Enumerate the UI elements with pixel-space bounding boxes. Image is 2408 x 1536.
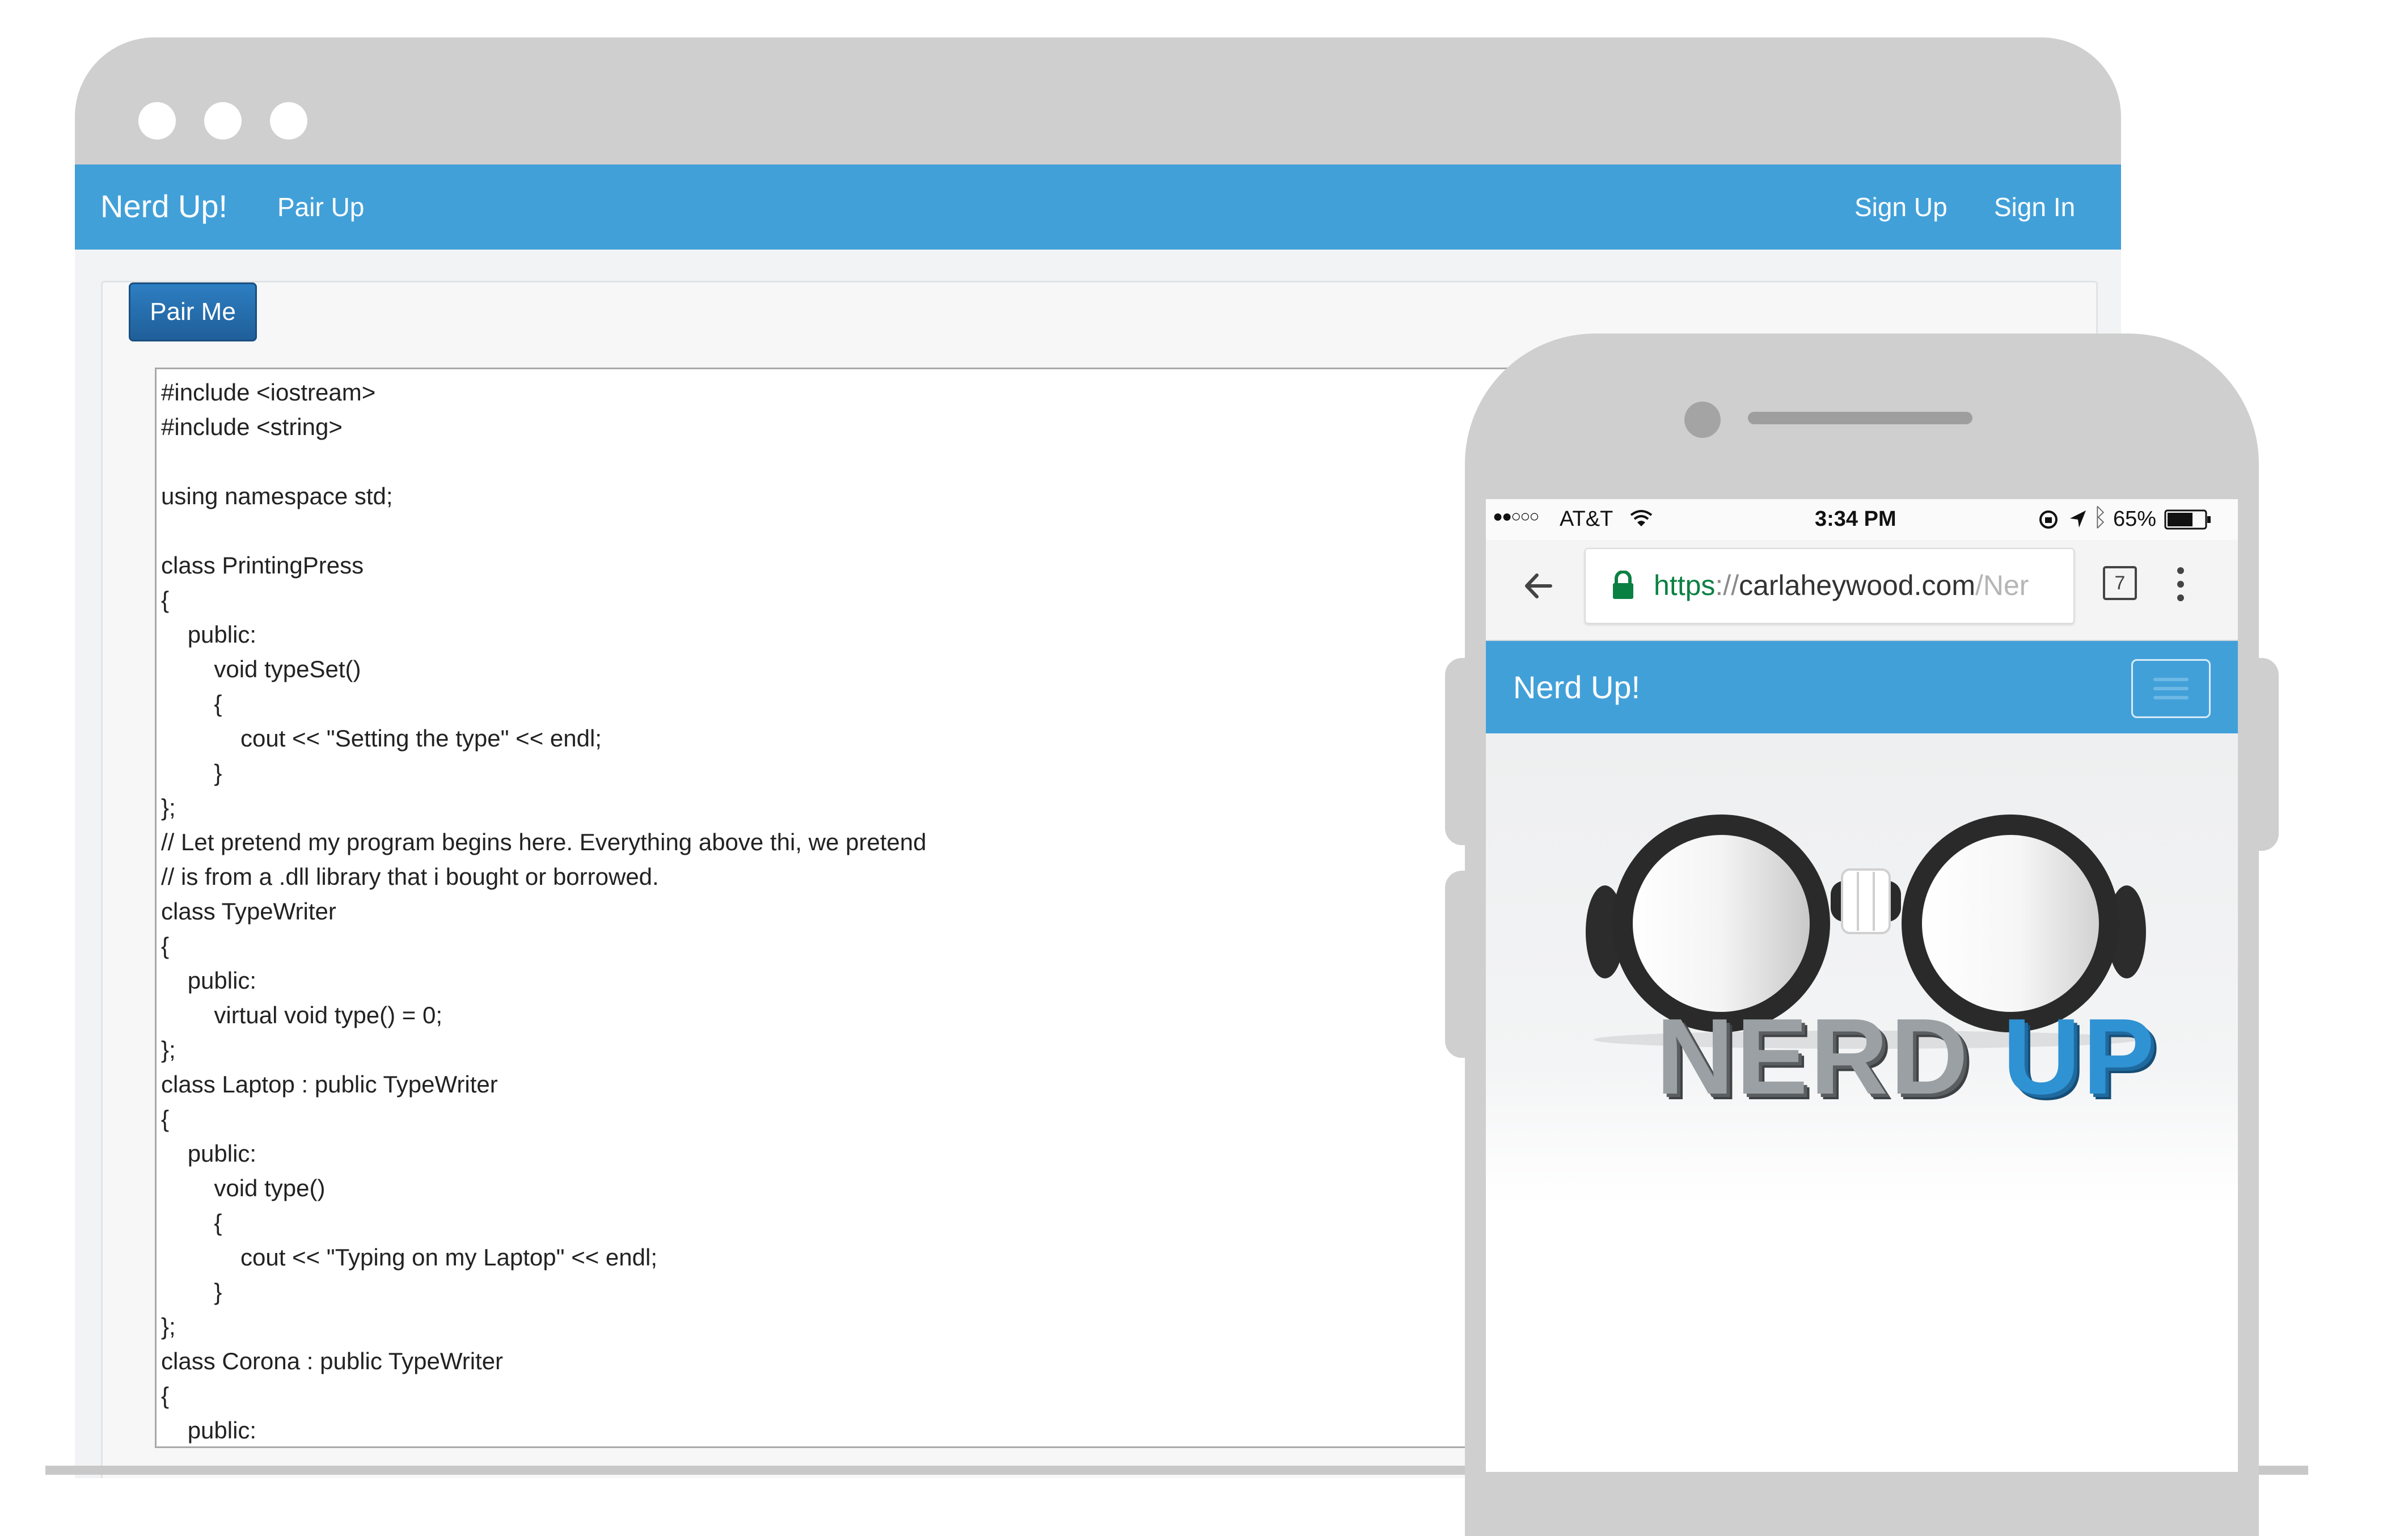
hamburger-line [2153,696,2189,699]
battery-icon [2164,509,2211,530]
back-arrow-icon[interactable] [1519,566,1558,606]
status-bar: ●●○○○ AT&T 3:34 PM ᛒ 65% [1486,499,2238,540]
nav-link-sign-in[interactable]: Sign In [1994,192,2075,222]
battery-percent: 65% [2113,507,2157,531]
mobile-browser-toolbar: https://carlaheywood.com/Ner 7 [1486,540,2238,641]
hamburger-line [2153,678,2189,681]
url-scheme: https [1654,569,1716,601]
wifi-icon [1630,510,1653,526]
window-dot-close-icon[interactable] [138,102,176,140]
logo-word-nerd: NERD [1656,997,1971,1117]
nav-link-pair-up[interactable]: Pair Up [277,192,364,222]
nav-link-sign-up[interactable]: Sign Up [1854,192,1947,222]
window-dot-minimize-icon[interactable] [204,102,242,140]
url-host: carlaheywood.com [1739,569,1975,601]
window-dot-maximize-icon[interactable] [270,102,307,140]
tab-switcher-button[interactable]: 7 [2103,566,2137,600]
logo-word-up: UP [2003,997,2157,1117]
location-arrow-icon [2070,510,2086,528]
nerd-up-logo-text: NERD UP [1656,1000,2157,1113]
bluetooth-icon: ᛒ [2093,504,2108,531]
phone-speaker [1748,412,1972,424]
lock-icon [1613,571,1633,599]
phone-camera-icon [1684,402,1721,438]
site-navbar: Nerd Up! Pair Up Sign Up Sign In [75,164,2121,250]
mobile-navbar-brand[interactable]: Nerd Up! [1513,670,1640,704]
address-bar[interactable]: https://carlaheywood.com/Ner [1585,548,2075,624]
navbar-brand[interactable]: Nerd Up! [100,189,227,223]
carrier-label: AT&T [1560,507,1613,531]
hamburger-line [2153,687,2189,690]
hamburger-menu-button[interactable] [2131,659,2211,718]
signal-strength-icon: ●●○○○ [1493,507,1540,526]
url-path: /Ner [1975,569,2029,601]
rotation-lock-icon [2039,510,2058,529]
more-options-icon[interactable] [2172,563,2189,606]
hero-banner: NERD UP [1486,733,2238,1204]
phone-screen: ●●○○○ AT&T 3:34 PM ᛒ 65% https://carlahe… [1486,499,2238,1472]
url-separator: :// [1715,569,1739,601]
pair-me-button[interactable]: Pair Me [129,282,257,341]
mobile-site-navbar: Nerd Up! [1486,641,2238,733]
url-text: https://carlaheywood.com/Ner [1654,568,2029,602]
status-time: 3:34 PM [1815,507,1896,531]
